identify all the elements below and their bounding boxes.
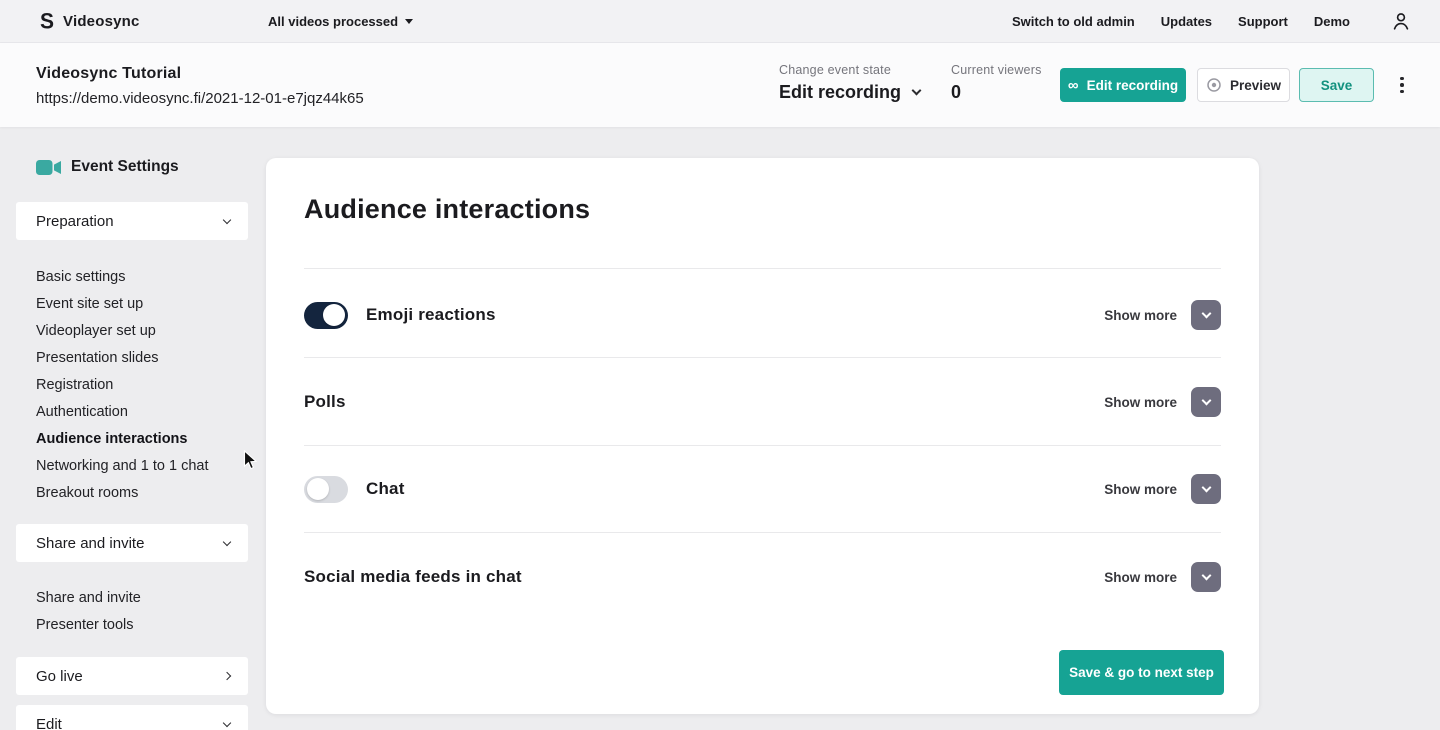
sidebar-item-share-and-invite[interactable]: Share and invite — [36, 584, 141, 611]
event-title: Videosync Tutorial — [36, 65, 364, 83]
brand[interactable]: S Videosync — [40, 11, 140, 32]
chat-toggle[interactable] — [304, 476, 348, 503]
sidebar-item-presenter-tools[interactable]: Presenter tools — [36, 611, 141, 638]
edit-recording-button[interactable]: ∞ Edit recording — [1060, 68, 1186, 102]
sidebar-title: Event Settings — [36, 158, 179, 176]
event-state-value: Edit recording — [779, 82, 901, 103]
more-options-kebab-icon[interactable] — [1390, 71, 1414, 99]
video-camera-icon — [36, 160, 61, 175]
divider — [304, 445, 1221, 446]
processing-status-label: All videos processed — [268, 14, 398, 29]
link-switch-old-admin[interactable]: Switch to old admin — [1012, 14, 1135, 29]
current-viewers-block: Current viewers 0 — [951, 63, 1042, 103]
divider — [304, 357, 1221, 358]
chevron-down-icon — [1201, 483, 1211, 493]
show-more-link[interactable]: Show more — [1104, 308, 1177, 323]
link-support[interactable]: Support — [1238, 14, 1288, 29]
recording-icon: ∞ — [1068, 78, 1079, 93]
chevron-down-icon — [223, 718, 231, 726]
sidebar-item-basic-settings[interactable]: Basic settings — [36, 263, 209, 290]
chevron-down-icon — [1201, 309, 1211, 319]
section-golive-label: Go live — [36, 668, 83, 685]
page-title: Audience interactions — [304, 194, 590, 225]
preview-button[interactable]: Preview — [1197, 68, 1290, 102]
sidebar-section-go-live[interactable]: Go live — [16, 657, 248, 695]
sidebar-title-label: Event Settings — [71, 158, 179, 176]
audience-interactions-panel: Audience interactions Emoji reactions Sh… — [266, 158, 1259, 714]
sidebar-item-registration[interactable]: Registration — [36, 371, 209, 398]
feature-label: Emoji reactions — [366, 305, 496, 325]
feature-label: Chat — [366, 479, 405, 499]
video-processing-status-dropdown[interactable]: All videos processed — [268, 14, 413, 29]
expand-section-button[interactable] — [1191, 387, 1221, 417]
section-share-label: Share and invite — [36, 535, 144, 552]
section-preparation-label: Preparation — [36, 213, 114, 230]
chevron-down-icon — [912, 86, 922, 96]
preparation-items: Basic settings Event site set up Videopl… — [36, 263, 209, 506]
section-edit-label: Edit — [36, 716, 62, 730]
emoji-reactions-toggle[interactable] — [304, 302, 348, 329]
sidebar-item-audience-interactions[interactable]: Audience interactions — [36, 425, 209, 452]
videosync-logo-icon: S — [40, 10, 54, 32]
chevron-right-icon — [223, 672, 231, 680]
top-links: Switch to old admin Updates Support Demo — [1012, 10, 1412, 32]
viewers-count: 0 — [951, 82, 1042, 103]
chevron-down-icon — [1201, 396, 1211, 406]
sidebar-section-edit[interactable]: Edit — [16, 705, 248, 730]
feature-row-social-media-feeds: Social media feeds in chat Show more — [304, 555, 1221, 599]
sidebar-item-networking-1to1-chat[interactable]: Networking and 1 to 1 chat — [36, 452, 209, 479]
viewers-label: Current viewers — [951, 63, 1042, 77]
divider — [304, 268, 1221, 269]
brand-name: Videosync — [63, 13, 140, 30]
show-more-link[interactable]: Show more — [1104, 395, 1177, 410]
show-more-link[interactable]: Show more — [1104, 482, 1177, 497]
mouse-cursor — [243, 450, 258, 476]
save-and-next-step-button[interactable]: Save & go to next step — [1059, 650, 1224, 695]
link-demo[interactable]: Demo — [1314, 14, 1350, 29]
event-url[interactable]: https://demo.videosync.fi/2021-12-01-e7j… — [36, 90, 364, 107]
expand-section-button[interactable] — [1191, 300, 1221, 330]
feature-row-polls: Polls Show more — [304, 380, 1221, 424]
link-updates[interactable]: Updates — [1161, 14, 1212, 29]
feature-label: Polls — [304, 392, 346, 412]
save-label: Save — [1321, 78, 1353, 93]
expand-section-button[interactable] — [1191, 474, 1221, 504]
preview-label: Preview — [1230, 78, 1281, 93]
expand-section-button[interactable] — [1191, 562, 1221, 592]
sidebar-item-presentation-slides[interactable]: Presentation slides — [36, 344, 209, 371]
user-account-icon[interactable] — [1390, 10, 1412, 32]
event-state-dropdown[interactable]: Edit recording — [779, 82, 920, 103]
divider — [304, 532, 1221, 533]
edit-recording-label: Edit recording — [1087, 78, 1179, 93]
sidebar-section-preparation[interactable]: Preparation — [16, 202, 248, 240]
sidebar-item-event-site-set-up[interactable]: Event site set up — [36, 290, 209, 317]
sidebar-item-authentication[interactable]: Authentication — [36, 398, 209, 425]
event-title-block: Videosync Tutorial https://demo.videosyn… — [36, 65, 364, 107]
chevron-down-icon — [223, 215, 231, 223]
sidebar-section-share-and-invite[interactable]: Share and invite — [16, 524, 248, 562]
sidebar-item-breakout-rooms[interactable]: Breakout rooms — [36, 479, 209, 506]
eye-icon — [1206, 77, 1222, 93]
feature-row-chat: Chat Show more — [304, 467, 1221, 511]
event-header: Videosync Tutorial https://demo.videosyn… — [0, 43, 1440, 127]
event-state-block: Change event state Edit recording — [779, 63, 920, 103]
show-more-link[interactable]: Show more — [1104, 570, 1177, 585]
feature-row-emoji-reactions: Emoji reactions Show more — [304, 293, 1221, 337]
event-state-label: Change event state — [779, 63, 920, 77]
chevron-down-icon — [223, 537, 231, 545]
save-button[interactable]: Save — [1299, 68, 1374, 102]
feature-label: Social media feeds in chat — [304, 567, 522, 587]
sidebar-item-videoplayer-set-up[interactable]: Videoplayer set up — [36, 317, 209, 344]
caret-down-icon — [405, 19, 413, 24]
chevron-down-icon — [1201, 571, 1211, 581]
share-items: Share and invite Presenter tools — [36, 584, 141, 638]
top-bar: S Videosync All videos processed Switch … — [0, 0, 1440, 43]
